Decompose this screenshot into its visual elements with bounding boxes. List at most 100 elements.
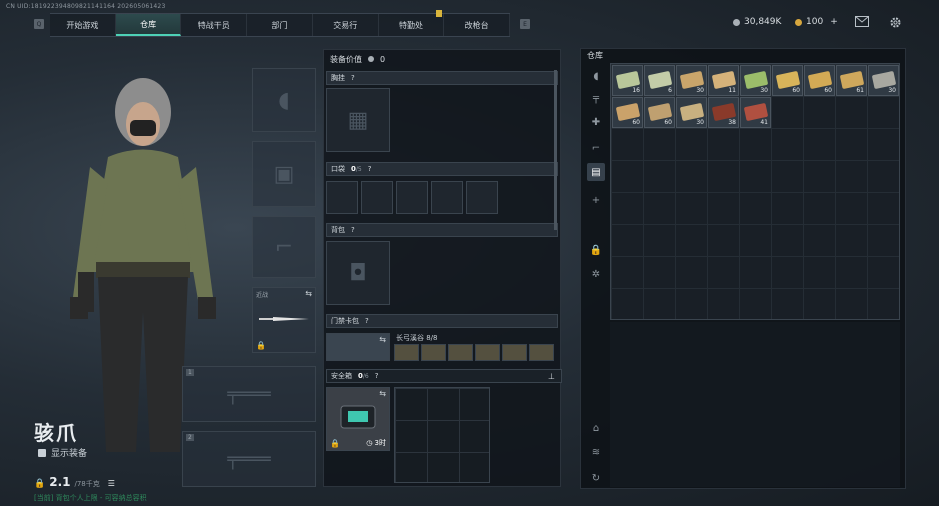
recycle-icon[interactable]: ↻ (587, 469, 605, 487)
checkbox[interactable] (38, 448, 46, 457)
warehouse-item[interactable]: 60 (804, 65, 835, 96)
backpack-slot[interactable]: ◘ (326, 241, 390, 305)
pistol-slot[interactable]: ⌐ (252, 216, 316, 278)
keycard-item[interactable] (448, 344, 473, 361)
silver-coin-icon (733, 18, 740, 26)
item-count: 30 (888, 87, 896, 94)
uid-label: CN UID:181922394809821141164 2026050614​… (6, 3, 166, 10)
swap-icon[interactable]: ⇆ (379, 335, 386, 344)
warehouse-item[interactable]: 30 (868, 65, 899, 96)
warehouse-item[interactable]: 6 (644, 65, 675, 96)
show-equipment-label: 显示装备 (51, 449, 88, 459)
nav-prev-key[interactable]: Q (34, 19, 44, 29)
pocket-slot[interactable] (466, 181, 498, 214)
safebox-header: 安全箱 0/6 ? ⊥ (326, 369, 562, 383)
keycard-item[interactable] (529, 344, 554, 361)
warehouse-item[interactable]: 41 (740, 97, 771, 128)
equipment-value-label: 装备价值 (330, 54, 362, 64)
tab-gunsmith[interactable]: 改枪台 (444, 14, 511, 36)
pocket-header: 口袋 0/5 ? (326, 162, 558, 176)
warehouse-item[interactable]: 60 (644, 97, 675, 128)
safebox-slot[interactable]: ⇆ 🔒 ◷ 3时 (326, 387, 390, 451)
warehouse-item[interactable]: 30 (676, 97, 707, 128)
tab-special-ops[interactable]: 特勤处 (379, 14, 445, 36)
ammo-filter-icon[interactable]: ▤ (587, 163, 605, 181)
add-icon[interactable]: + (587, 191, 605, 209)
mail-icon[interactable] (855, 16, 869, 28)
gear-filter-icon[interactable]: ✲ (587, 265, 605, 283)
lock-icon: 🔒 (330, 439, 340, 448)
help-icon[interactable]: ? (351, 226, 355, 234)
melee-slot[interactable]: 近战 ⇆ 🔒 (252, 287, 316, 353)
warehouse-item[interactable]: 30 (676, 65, 707, 96)
layers-icon[interactable]: ≋ (587, 443, 605, 461)
warehouse-item[interactable]: 60 (772, 65, 803, 96)
loadout-panel: 装备价值 0 胸挂 ? ▦ 口袋 0/5 ? 背包 ? ◘ 门禁卡包 ? ⇆ 长… (323, 49, 562, 487)
warehouse-item[interactable]: 11 (708, 65, 739, 96)
secondary-weapon-slot[interactable]: 2 ╤═══ (182, 431, 316, 487)
tab-trade[interactable]: 交易行 (313, 14, 379, 36)
warehouse-sidebar: ◖ ╤ ✚ ⌐ ▤ + 🔒 ✲ ⌂ ≋ ↻ (583, 63, 609, 487)
help-icon[interactable]: ? (365, 317, 369, 325)
chest-rig-header: 胸挂 ? (326, 71, 558, 85)
help-icon[interactable]: ? (375, 372, 379, 380)
helmet-slot[interactable]: ◖ (252, 68, 316, 132)
keycard-item[interactable] (475, 344, 500, 361)
warehouse-grid[interactable]: 16 6 30 11 30 60 60 61 30 60 60 30 38 41 (610, 63, 900, 320)
rifle-icon: ╤═══ (227, 448, 271, 470)
safebox-grid[interactable] (394, 387, 490, 483)
pistol-filter-icon[interactable]: ⌐ (587, 139, 605, 157)
keycard-case-slot[interactable]: ⇆ (326, 333, 390, 361)
backpack-icon: ◘ (349, 260, 367, 286)
pin-icon[interactable]: ⊥ (548, 372, 555, 381)
capacity-hint: [当前] 背包个人上限 - 可容纳总容积 (34, 494, 147, 502)
sort-icon[interactable]: ⌂ (587, 419, 605, 437)
item-count: 41 (760, 119, 768, 126)
armor-slot[interactable]: ▣ (252, 141, 316, 207)
warehouse-item[interactable]: 30 (740, 65, 771, 96)
gear-icon[interactable] (888, 16, 902, 28)
weapon-filter-icon[interactable]: ╤ (587, 89, 605, 107)
weight-value: 2.1 (49, 475, 71, 489)
gold-amount: 100 (806, 17, 824, 27)
keycard-item[interactable] (502, 344, 527, 361)
add-gold-button[interactable]: + (830, 17, 838, 27)
tab-department[interactable]: 部门 (247, 14, 313, 36)
help-icon[interactable]: ? (368, 165, 372, 173)
weight-indicator: 🔒 2.1 /78千克 ☰ (34, 475, 115, 489)
warehouse-item[interactable]: 61 (836, 65, 867, 96)
vest-icon: ▦ (347, 107, 369, 133)
lock-filter-icon[interactable]: 🔒 (587, 241, 605, 259)
keycard-item-label: 长弓溪谷 8/8 (396, 334, 438, 342)
tab-warehouse[interactable]: 仓库 (115, 14, 182, 36)
keycard-row (394, 344, 554, 361)
silver-amount: 30,849K (744, 17, 782, 27)
chest-rig-slot[interactable]: ▦ (326, 88, 390, 152)
show-equipment-toggle[interactable]: 显示装备 (38, 446, 87, 459)
warehouse-item[interactable]: 16 (612, 65, 643, 96)
warehouse-item[interactable]: 60 (612, 97, 643, 128)
tab-operators[interactable]: 特战干员 (181, 14, 248, 36)
pocket-slot[interactable] (431, 181, 463, 214)
pocket-slot[interactable] (326, 181, 358, 214)
melee-label: 近战 (256, 292, 269, 299)
keycard-item[interactable] (421, 344, 446, 361)
helmet-filter-icon[interactable]: ◖ (587, 67, 605, 85)
swap-icon[interactable]: ⇆ (379, 389, 386, 398)
nav-next-key[interactable]: E (520, 19, 530, 29)
list-icon[interactable]: ☰ (108, 479, 115, 488)
primary-weapon-slot[interactable]: 1 ╤═══ (182, 366, 316, 422)
pocket-slot[interactable] (396, 181, 428, 214)
gold-currency[interactable]: 100 + (795, 17, 838, 27)
notification-badge (436, 10, 442, 17)
item-count: 60 (792, 87, 800, 94)
swap-icon[interactable]: ⇆ (305, 289, 312, 298)
pocket-slot[interactable] (361, 181, 393, 214)
medical-filter-icon[interactable]: ✚ (587, 113, 605, 131)
warehouse-item[interactable]: 38 (708, 97, 739, 128)
safebox-icon (340, 405, 376, 429)
scrollbar[interactable] (554, 70, 557, 230)
tab-start-game[interactable]: 开始游戏 (50, 14, 116, 36)
help-icon[interactable]: ? (351, 74, 355, 82)
keycard-item[interactable] (394, 344, 419, 361)
